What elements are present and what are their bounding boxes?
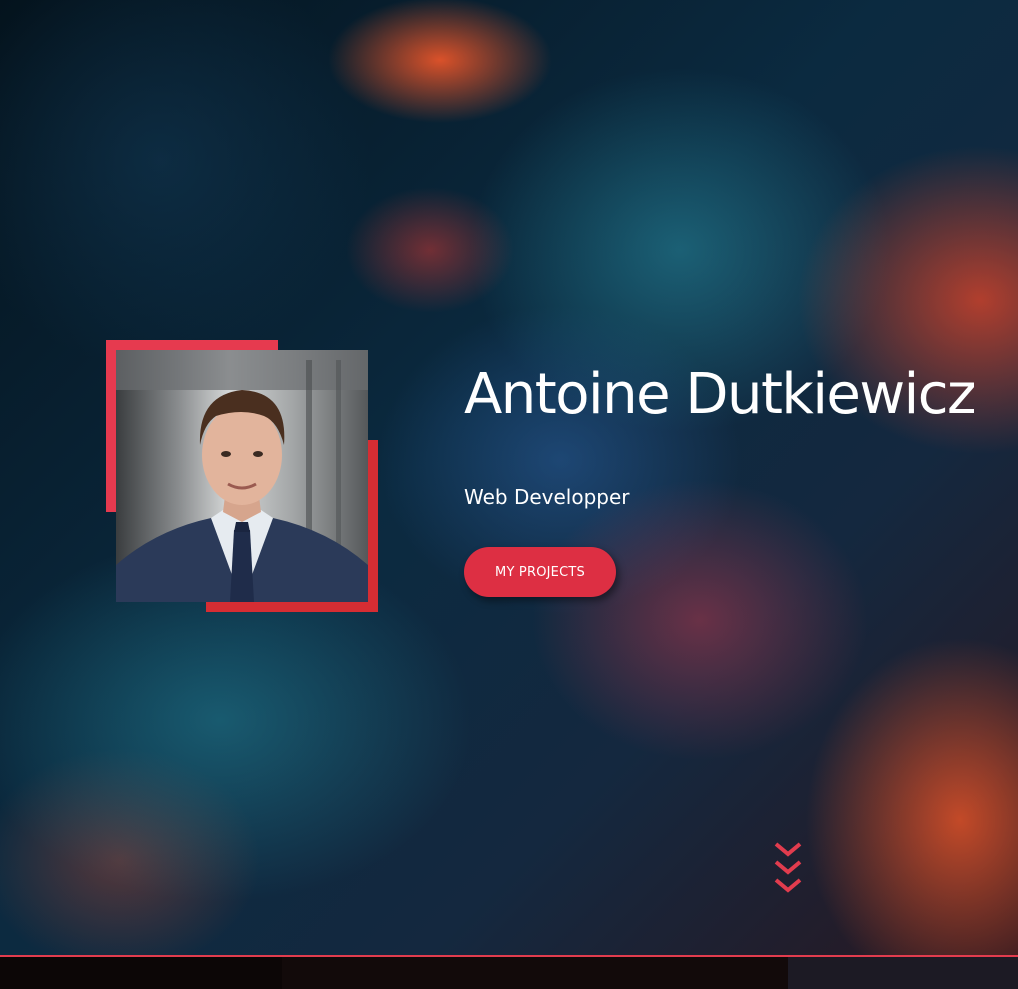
profile-photo <box>116 350 368 602</box>
bottom-bar-segment-middle <box>282 957 788 989</box>
bottom-bar-segment-right <box>788 957 1018 989</box>
hero-name: Antoine Dutkiewicz <box>464 362 976 427</box>
chevrons-down-icon-glyph <box>774 842 802 893</box>
hero-section: Antoine Dutkiewicz Web Developper MY PRO… <box>0 0 1018 955</box>
chevrons-down-icon[interactable] <box>772 840 804 898</box>
my-projects-button[interactable]: MY PROJECTS <box>464 547 616 597</box>
profile-photo-frame <box>106 340 378 612</box>
bottom-nav-bar <box>0 955 1018 989</box>
hero-role: Web Developper <box>464 485 630 509</box>
profile-photo-illustration <box>116 350 368 602</box>
